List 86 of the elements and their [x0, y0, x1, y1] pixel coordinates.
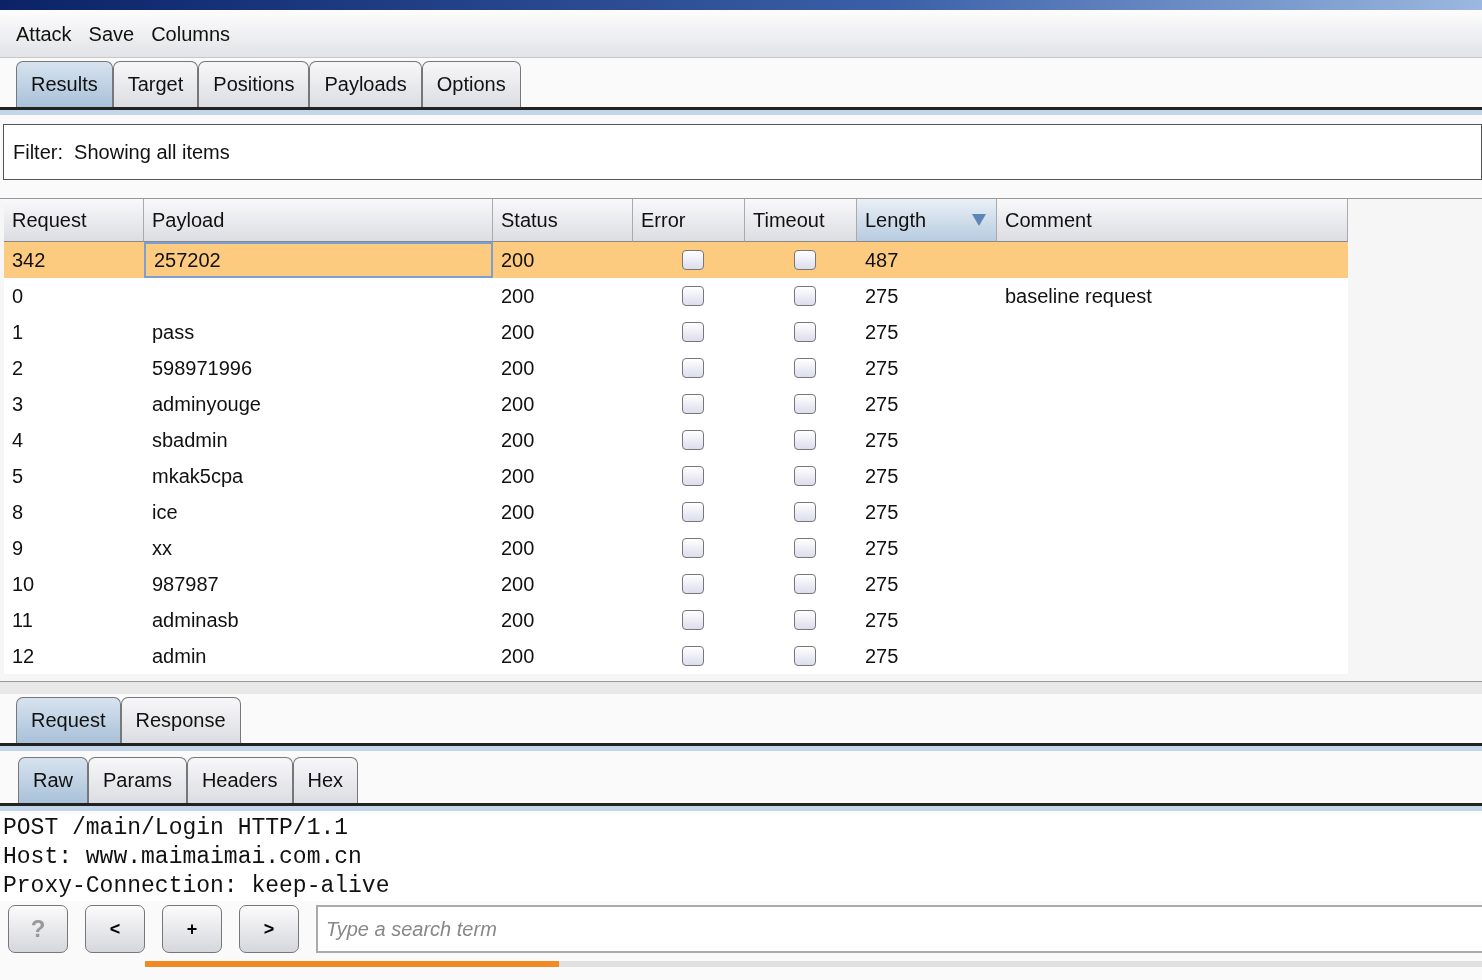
column-header[interactable]: Length	[857, 199, 997, 242]
search-field[interactable]: Type a search term	[316, 905, 1482, 953]
table-cell-text: 487	[864, 248, 900, 273]
table-cell-text: 8	[11, 500, 25, 525]
request-line: Proxy-Connection: keep-alive	[3, 872, 391, 901]
tab[interactable]: Positions	[198, 61, 310, 107]
table-cell-text: 200	[500, 608, 536, 633]
table-cell: 257202	[144, 242, 493, 278]
table-cell-text: xx	[151, 536, 173, 561]
tab[interactable]: Hex	[292, 757, 359, 803]
tab[interactable]: Response	[120, 697, 241, 743]
table-cell-text: pass	[151, 320, 196, 345]
table-cell-text: 200	[500, 320, 536, 345]
tab[interactable]: Options	[421, 61, 521, 107]
table-cell-text: 275	[864, 284, 900, 309]
request-line: POST /main/Login HTTP/1.1	[3, 814, 350, 843]
tab[interactable]: Headers	[186, 757, 293, 803]
table-cell-text: 200	[500, 644, 536, 669]
tab[interactable]: Target	[112, 61, 199, 107]
column-header-label: Comment	[1005, 209, 1092, 231]
request-line: Host: www.maimaimai.com.cn	[3, 843, 363, 872]
table-cell-text: 200	[500, 464, 536, 489]
table-cell-text: 342	[11, 248, 47, 273]
column-header-label: Payload	[152, 209, 225, 231]
previous-button[interactable]: <	[85, 905, 145, 953]
tab[interactable]: Request	[16, 697, 121, 743]
table-cell-text: baseline request	[1004, 284, 1153, 309]
table-cell-text: 5	[11, 464, 25, 489]
table-cell-text: sbadmin	[151, 428, 229, 453]
table-cell-text: 275	[864, 428, 900, 453]
table-cell-text: 200	[500, 500, 536, 525]
table-cell-text: 200	[500, 392, 536, 417]
splitter-handle[interactable]	[0, 682, 1482, 694]
table-cell-text: 275	[864, 608, 900, 633]
menu-item[interactable]: Attack	[16, 10, 72, 57]
table-cell-text: 200	[500, 428, 536, 453]
menu-item[interactable]: Columns	[151, 10, 231, 57]
filter-bar[interactable]: Filter: Showing all items	[3, 124, 1482, 180]
column-header-label: Timeout	[753, 209, 825, 231]
table-cell-text: 0	[11, 284, 25, 309]
table-cell-text: 275	[864, 500, 900, 525]
column-header-label: Length	[865, 209, 927, 231]
table-row[interactable]: 342 257202 200 487	[4, 242, 1348, 278]
table-cell-text: 275	[864, 320, 900, 345]
table-cell-text: 598971996	[151, 356, 254, 381]
table-cell-text: admin	[151, 644, 208, 669]
table-cell-text: 3	[11, 392, 25, 417]
column-header[interactable]: Payload	[144, 199, 493, 242]
tab[interactable]: Params	[88, 757, 187, 803]
column-header[interactable]: Error	[633, 199, 745, 242]
menu-item[interactable]: Save	[88, 10, 135, 57]
table-cell-text: 200	[500, 248, 536, 273]
table-cell-text: 9	[11, 536, 25, 561]
table-cell-text: 275	[864, 644, 900, 669]
table-cell-text: adminyouge	[151, 392, 262, 417]
column-header-label: Request	[12, 209, 87, 231]
add-button[interactable]: +	[162, 905, 222, 953]
table-cell-text: 275	[864, 392, 900, 417]
table-cell-text: 275	[864, 536, 900, 561]
table-cell-text: 2	[11, 356, 25, 381]
column-header[interactable]: Comment	[997, 199, 1348, 242]
column-header[interactable]: Request	[4, 199, 144, 242]
tab[interactable]: Raw	[18, 757, 88, 803]
table-cell-text: mkak5cpa	[151, 464, 245, 489]
table-cell-text: 200	[500, 284, 536, 309]
table-cell-text: 987987	[151, 572, 220, 597]
table-cell-text: ice	[151, 500, 179, 525]
tab[interactable]: Payloads	[309, 61, 422, 107]
table-cell-text: 200	[500, 536, 536, 561]
tab[interactable]: Results	[16, 61, 113, 107]
table-cell-text: 11	[11, 608, 34, 633]
column-header[interactable]: Status	[493, 199, 633, 242]
column-header[interactable]: Timeout	[745, 199, 857, 242]
column-header-label: Status	[501, 209, 558, 231]
table-cell-text: 10	[11, 572, 36, 597]
table-cell-text: 4	[11, 428, 25, 453]
table-cell-text: 12	[11, 644, 36, 669]
table-cell-text: 275	[864, 356, 900, 381]
table-cell-text: 200	[500, 356, 536, 381]
table-cell-text: 275	[864, 464, 900, 489]
column-header-label: Error	[641, 209, 686, 231]
table-cell-text: 1	[11, 320, 25, 345]
next-button[interactable]: >	[239, 905, 299, 953]
table-cell-text: adminasb	[151, 608, 240, 633]
table-cell-text: 200	[500, 572, 536, 597]
table-cell-text: 275	[864, 572, 900, 597]
